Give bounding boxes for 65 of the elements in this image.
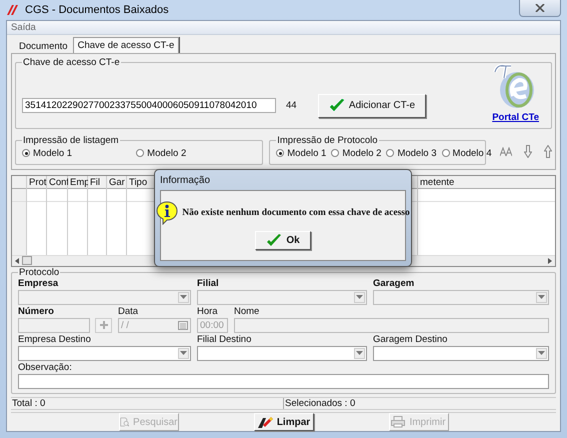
field-label: Hora: [197, 306, 219, 318]
status-text: Selecionados : 0: [284, 398, 356, 409]
scrollbar-thumb[interactable]: [22, 256, 32, 266]
field-label: Garagem Destino: [373, 334, 448, 346]
group-label: Impressão de listagem: [22, 135, 120, 146]
add-cte-button[interactable]: Adicionar CT-e: [318, 94, 426, 118]
tab[interactable]: Chave de acesso CT-e: [72, 37, 180, 53]
scroll-left-icon[interactable]: [15, 258, 19, 264]
dialog-message: Não existe nenhum documento com essa chave de acesso: [182, 208, 410, 218]
field-label: Empresa Destino: [18, 334, 92, 346]
sort-up-icon[interactable]: [544, 145, 552, 158]
radio-option[interactable]: Modelo 2: [331, 148, 382, 158]
radio-option[interactable]: Modelo 3: [386, 148, 437, 158]
group-label: Impressão de Protocolo: [276, 135, 379, 146]
close-icon: [535, 4, 545, 12]
input-field[interactable]: [18, 374, 549, 389]
dropdown-arrow-icon: [538, 351, 545, 356]
close-button[interactable]: [519, 0, 561, 17]
printer-icon: [391, 416, 406, 428]
check-icon: [328, 98, 345, 112]
dropdown-arrow-icon: [180, 351, 187, 356]
status-text: Total : 0: [11, 398, 284, 409]
dropdown-arrow-icon: [538, 295, 545, 300]
field-label: Número: [18, 306, 55, 318]
radio-option[interactable]: Modelo 4: [442, 148, 492, 158]
dropdown-field[interactable]: [373, 346, 549, 361]
column-header[interactable]: Tipo: [129, 176, 148, 188]
field-label: Nome: [234, 306, 260, 318]
field-label: Data: [118, 306, 140, 318]
app-logo-icon: [6, 4, 20, 16]
field-label: Empresa: [18, 278, 60, 290]
ok-button[interactable]: Ok: [255, 231, 311, 250]
dialog-title: Informação: [160, 174, 210, 186]
scroll-right-icon[interactable]: [548, 258, 552, 264]
field-label: Garagem: [373, 278, 416, 290]
radio-option[interactable]: Modelo 1: [276, 148, 326, 158]
access-key-field[interactable]: 35141202290277002337550040006050911078042010: [22, 98, 276, 113]
brush-icon: [256, 415, 273, 429]
radio-option[interactable]: Modelo 2: [136, 148, 186, 158]
calendar-icon: [178, 320, 188, 330]
group-label: Protocolo: [18, 266, 60, 278]
window-title: CGS - Documentos Baixados: [25, 4, 169, 16]
column-header[interactable]: Conf: [49, 176, 70, 188]
dropdown-arrow-icon: [356, 295, 363, 300]
dropdown-arrow-icon: [180, 295, 187, 300]
portal-cte-link[interactable]: Portal CTe: [492, 112, 539, 123]
sort-down-icon[interactable]: [524, 145, 532, 158]
dropdown-arrow-icon: [356, 351, 363, 356]
tab[interactable]: Documento: [14, 39, 73, 53]
search-icon: [120, 415, 130, 429]
field-label: Filial: [197, 278, 220, 290]
column-header[interactable]: Prot: [29, 176, 46, 188]
character-count: 44: [286, 100, 298, 111]
dropdown-field[interactable]: [197, 346, 367, 361]
column-header[interactable]: Gar: [109, 176, 125, 188]
radio-option[interactable]: Modelo 1: [22, 148, 72, 158]
plus-icon: [100, 321, 108, 330]
font-size-icon[interactable]: [500, 146, 512, 156]
field-label: Filial Destino: [197, 334, 252, 346]
dropdown-field[interactable]: [18, 346, 191, 361]
field-label: Observação:: [18, 362, 73, 374]
clear-button[interactable]: Limpar: [254, 413, 314, 431]
check-icon: [266, 234, 282, 248]
group-label: Chave de acesso CT-e: [22, 57, 121, 68]
menu-item[interactable]: Saída: [9, 22, 38, 33]
